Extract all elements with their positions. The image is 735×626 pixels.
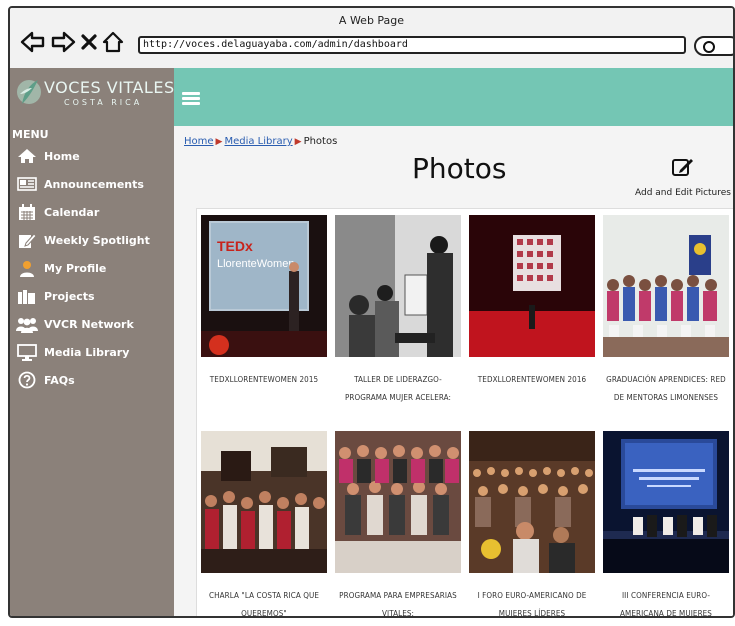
browser-titlebar: A Web Page http://voces.delaguayaba.com/… [10,8,733,70]
album-photo [469,431,595,573]
calendar-icon [16,203,38,221]
album-photo [603,431,729,573]
logo-leaf-icon [17,80,41,104]
album-card[interactable]: TEDXLLORENTEWOMEN 2016 [469,215,595,389]
add-edit-pictures-button[interactable]: Add and Edit Pictures [624,156,733,199]
sidebar-item-label: Announcements [44,177,144,191]
sidebar-item-label: Calendar [44,205,100,219]
sidebar-item-media-library[interactable]: Media Library [10,338,174,366]
newspaper-icon [16,175,38,193]
sidebar-item-calendar[interactable]: Calendar [10,198,174,226]
album-caption: III CONFERENCIA EURO-AMERICANA DE MUJERE… [620,591,712,618]
ted-logo-text: TEDx [217,238,253,254]
album-grid: TEDx LlorenteWomen TEDXLLORENTEWOMEN 201… [196,208,733,618]
page-title: Photos [412,152,507,185]
album-card[interactable]: III CONFERENCIA EURO-AMERICANA DE MUJERE… [603,431,729,618]
edit-icon [16,231,38,249]
search-icon [703,41,715,53]
browser-nav [20,30,124,54]
album-photo [335,215,461,357]
album-photo: TEDx LlorenteWomen [201,215,327,357]
sidebar-item-faqs[interactable]: FAQs [10,366,174,394]
back-arrow-icon[interactable] [20,31,46,53]
main-content: Home ▶ Media Library ▶ Photos Photos Add and… [174,126,733,616]
sidebar: MENU Home Announcements Calendar Weekly … [10,126,174,616]
user-icon [16,259,38,277]
home-icon [16,147,38,165]
album-photo [201,431,327,573]
brand-subtitle: COSTA RICA [64,98,143,107]
sidebar-item-weekly-spotlight[interactable]: Weekly Spotlight [10,226,174,254]
album-caption: PROGRAMA PARA EMPRESARIAS VITALES: [339,591,457,618]
edit-icon [672,159,693,176]
album-card[interactable]: I FORO EURO-AMERICANO DE MUJERES LÍDERES [469,431,595,618]
sidebar-item-projects[interactable]: Projects [10,282,174,310]
folders-icon [16,287,38,305]
album-card[interactable]: CHARLA "LA COSTA RICA QUE QUEREMOS" [201,431,327,618]
breadcrumb-home-link[interactable]: Home [184,136,214,147]
ted-name-text: LlorenteWomen [217,258,294,270]
chevron-right-icon: ▶ [294,137,302,147]
forward-arrow-icon[interactable] [50,31,76,53]
album-caption: I FORO EURO-AMERICANO DE MUJERES LÍDERES [477,591,587,618]
breadcrumb-media-library-link[interactable]: Media Library [224,136,292,147]
album-caption: GRADUACIÓN APRENDICES: RED DE MENTORAS L… [606,375,726,402]
sidebar-menu: Home Announcements Calendar Weekly Spotl… [10,142,174,394]
album-card[interactable]: GRADUACIÓN APRENDICES: RED DE MENTORAS L… [603,215,729,407]
album-photo [603,215,729,357]
group-icon [16,315,38,333]
sidebar-item-label: VVCR Network [44,317,134,331]
sidebar-item-label: Media Library [44,345,130,359]
app-header: VOCES VITALES COSTA RICA [10,68,733,126]
search-button[interactable] [694,36,733,56]
menu-heading: MENU [12,128,49,141]
chevron-right-icon: ▶ [215,137,223,147]
question-icon [16,371,38,389]
album-caption: TEDXLLORENTEWOMEN 2015 [209,375,319,384]
home-page-icon[interactable] [102,31,124,53]
sidebar-item-label: Weekly Spotlight [44,233,150,247]
album-photo [469,215,595,357]
monitor-icon [16,343,38,361]
sidebar-item-label: FAQs [44,373,75,387]
url-input[interactable]: http://voces.delaguayaba.com/admin/dashb… [138,36,686,54]
browser-window: A Web Page http://voces.delaguayaba.com/… [8,6,735,618]
sidebar-item-label: Projects [44,289,95,303]
album-photo [335,431,461,573]
brand-name: VOCES VITALES [44,78,175,97]
close-icon[interactable] [80,31,98,53]
album-card[interactable]: PROGRAMA PARA EMPRESARIAS VITALES: [335,431,461,618]
menu-toggle-icon[interactable] [182,92,200,106]
sidebar-item-vvcr-network[interactable]: VVCR Network [10,310,174,338]
sidebar-item-home[interactable]: Home [10,142,174,170]
album-caption: CHARLA "LA COSTA RICA QUE QUEREMOS" [208,591,320,618]
sidebar-item-label: My Profile [44,261,107,275]
window-title: A Web Page [338,14,405,27]
breadcrumb: Home ▶ Media Library ▶ Photos [184,136,337,147]
album-caption: TEDXLLORENTEWOMEN 2016 [477,375,587,384]
breadcrumb-current: Photos [303,136,338,147]
album-caption: TALLER DE LIDERAZGO-PROGRAMA MUJER ACELE… [344,375,452,402]
sidebar-item-label: Home [44,149,80,163]
album-card[interactable]: TALLER DE LIDERAZGO-PROGRAMA MUJER ACELE… [335,215,461,407]
logo[interactable]: VOCES VITALES COSTA RICA [10,68,174,126]
sidebar-item-announcements[interactable]: Announcements [10,170,174,198]
add-edit-label: Add and Edit Pictures [634,188,731,198]
album-card[interactable]: TEDx LlorenteWomen TEDXLLORENTEWOMEN 201… [201,215,327,389]
sidebar-item-my-profile[interactable]: My Profile [10,254,174,282]
